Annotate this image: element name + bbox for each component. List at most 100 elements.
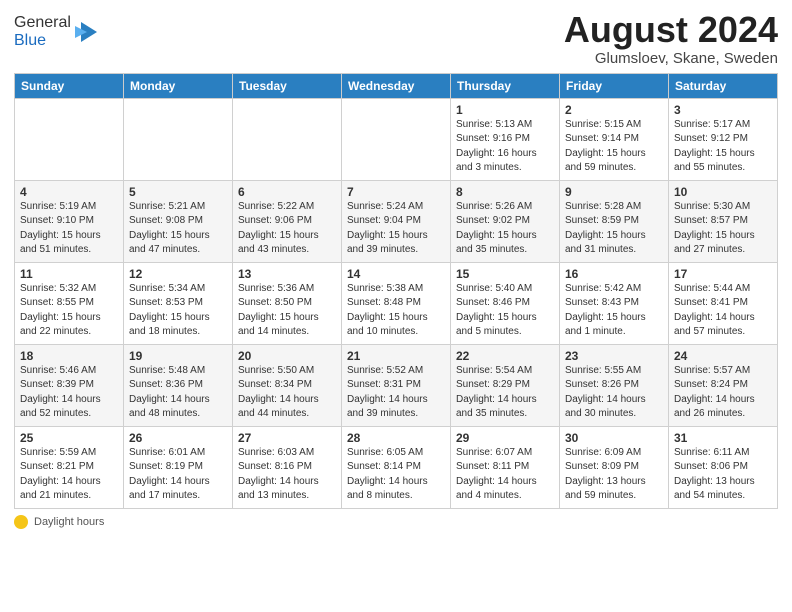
day-number: 9 xyxy=(565,185,663,199)
day-info: Sunrise: 5:24 AM Sunset: 9:04 PM Dayligh… xyxy=(347,200,445,258)
calendar-cell: 8Sunrise: 5:26 AM Sunset: 9:02 PM Daylig… xyxy=(451,180,560,262)
logo-general: General xyxy=(14,14,71,31)
footer-label: Daylight hours xyxy=(34,516,104,528)
day-info: Sunrise: 5:50 AM Sunset: 8:34 PM Dayligh… xyxy=(238,364,336,422)
column-header-monday: Monday xyxy=(124,73,233,98)
day-info: Sunrise: 6:09 AM Sunset: 8:09 PM Dayligh… xyxy=(565,446,663,504)
calendar-cell: 19Sunrise: 5:48 AM Sunset: 8:36 PM Dayli… xyxy=(124,344,233,426)
page: General Blue August 2024 Glumsloev, Skan… xyxy=(0,0,792,612)
day-number: 28 xyxy=(347,431,445,445)
column-header-saturday: Saturday xyxy=(669,73,778,98)
day-number: 26 xyxy=(129,431,227,445)
day-number: 6 xyxy=(238,185,336,199)
day-number: 2 xyxy=(565,103,663,117)
calendar-cell: 13Sunrise: 5:36 AM Sunset: 8:50 PM Dayli… xyxy=(233,262,342,344)
day-info: Sunrise: 5:44 AM Sunset: 8:41 PM Dayligh… xyxy=(674,282,772,340)
calendar-cell: 2Sunrise: 5:15 AM Sunset: 9:14 PM Daylig… xyxy=(560,98,669,180)
calendar-cell: 23Sunrise: 5:55 AM Sunset: 8:26 PM Dayli… xyxy=(560,344,669,426)
day-info: Sunrise: 5:17 AM Sunset: 9:12 PM Dayligh… xyxy=(674,118,772,176)
calendar-cell: 14Sunrise: 5:38 AM Sunset: 8:48 PM Dayli… xyxy=(342,262,451,344)
day-number: 20 xyxy=(238,349,336,363)
day-number: 25 xyxy=(20,431,118,445)
column-header-friday: Friday xyxy=(560,73,669,98)
header: General Blue August 2024 Glumsloev, Skan… xyxy=(14,10,778,67)
calendar-cell: 11Sunrise: 5:32 AM Sunset: 8:55 PM Dayli… xyxy=(15,262,124,344)
calendar-cell: 15Sunrise: 5:40 AM Sunset: 8:46 PM Dayli… xyxy=(451,262,560,344)
day-number: 22 xyxy=(456,349,554,363)
calendar-table: SundayMondayTuesdayWednesdayThursdayFrid… xyxy=(14,73,778,509)
day-number: 31 xyxy=(674,431,772,445)
day-number: 13 xyxy=(238,267,336,281)
calendar-week-row: 18Sunrise: 5:46 AM Sunset: 8:39 PM Dayli… xyxy=(15,344,778,426)
day-info: Sunrise: 5:54 AM Sunset: 8:29 PM Dayligh… xyxy=(456,364,554,422)
calendar-cell: 26Sunrise: 6:01 AM Sunset: 8:19 PM Dayli… xyxy=(124,426,233,508)
calendar-cell xyxy=(15,98,124,180)
day-info: Sunrise: 6:03 AM Sunset: 8:16 PM Dayligh… xyxy=(238,446,336,504)
calendar-cell: 30Sunrise: 6:09 AM Sunset: 8:09 PM Dayli… xyxy=(560,426,669,508)
day-info: Sunrise: 6:07 AM Sunset: 8:11 PM Dayligh… xyxy=(456,446,554,504)
day-info: Sunrise: 5:21 AM Sunset: 9:08 PM Dayligh… xyxy=(129,200,227,258)
month-title: August 2024 xyxy=(564,10,778,50)
logo-text: General Blue xyxy=(14,14,71,50)
calendar-cell: 18Sunrise: 5:46 AM Sunset: 8:39 PM Dayli… xyxy=(15,344,124,426)
day-info: Sunrise: 5:40 AM Sunset: 8:46 PM Dayligh… xyxy=(456,282,554,340)
day-number: 18 xyxy=(20,349,118,363)
calendar-cell: 27Sunrise: 6:03 AM Sunset: 8:16 PM Dayli… xyxy=(233,426,342,508)
day-number: 21 xyxy=(347,349,445,363)
calendar-cell: 4Sunrise: 5:19 AM Sunset: 9:10 PM Daylig… xyxy=(15,180,124,262)
calendar-cell: 16Sunrise: 5:42 AM Sunset: 8:43 PM Dayli… xyxy=(560,262,669,344)
day-info: Sunrise: 5:22 AM Sunset: 9:06 PM Dayligh… xyxy=(238,200,336,258)
column-header-wednesday: Wednesday xyxy=(342,73,451,98)
calendar-cell: 1Sunrise: 5:13 AM Sunset: 9:16 PM Daylig… xyxy=(451,98,560,180)
calendar-week-row: 25Sunrise: 5:59 AM Sunset: 8:21 PM Dayli… xyxy=(15,426,778,508)
day-number: 10 xyxy=(674,185,772,199)
calendar-cell: 25Sunrise: 5:59 AM Sunset: 8:21 PM Dayli… xyxy=(15,426,124,508)
day-info: Sunrise: 5:15 AM Sunset: 9:14 PM Dayligh… xyxy=(565,118,663,176)
day-number: 30 xyxy=(565,431,663,445)
calendar-cell: 20Sunrise: 5:50 AM Sunset: 8:34 PM Dayli… xyxy=(233,344,342,426)
calendar-cell xyxy=(342,98,451,180)
day-number: 4 xyxy=(20,185,118,199)
day-number: 23 xyxy=(565,349,663,363)
calendar-cell: 12Sunrise: 5:34 AM Sunset: 8:53 PM Dayli… xyxy=(124,262,233,344)
day-info: Sunrise: 5:38 AM Sunset: 8:48 PM Dayligh… xyxy=(347,282,445,340)
title-block: August 2024 Glumsloev, Skane, Sweden xyxy=(564,10,778,67)
day-number: 12 xyxy=(129,267,227,281)
day-number: 24 xyxy=(674,349,772,363)
day-number: 8 xyxy=(456,185,554,199)
logo-blue: Blue xyxy=(14,32,46,49)
day-info: Sunrise: 5:55 AM Sunset: 8:26 PM Dayligh… xyxy=(565,364,663,422)
location-title: Glumsloev, Skane, Sweden xyxy=(564,50,778,67)
logo: General Blue xyxy=(14,14,101,50)
day-number: 1 xyxy=(456,103,554,117)
calendar-cell: 10Sunrise: 5:30 AM Sunset: 8:57 PM Dayli… xyxy=(669,180,778,262)
day-info: Sunrise: 5:34 AM Sunset: 8:53 PM Dayligh… xyxy=(129,282,227,340)
calendar-cell: 6Sunrise: 5:22 AM Sunset: 9:06 PM Daylig… xyxy=(233,180,342,262)
day-number: 27 xyxy=(238,431,336,445)
day-number: 17 xyxy=(674,267,772,281)
day-number: 7 xyxy=(347,185,445,199)
day-number: 3 xyxy=(674,103,772,117)
day-info: Sunrise: 5:48 AM Sunset: 8:36 PM Dayligh… xyxy=(129,364,227,422)
day-number: 11 xyxy=(20,267,118,281)
calendar-week-row: 11Sunrise: 5:32 AM Sunset: 8:55 PM Dayli… xyxy=(15,262,778,344)
footer: Daylight hours xyxy=(14,515,778,529)
day-info: Sunrise: 5:57 AM Sunset: 8:24 PM Dayligh… xyxy=(674,364,772,422)
calendar-cell: 24Sunrise: 5:57 AM Sunset: 8:24 PM Dayli… xyxy=(669,344,778,426)
calendar-cell: 29Sunrise: 6:07 AM Sunset: 8:11 PM Dayli… xyxy=(451,426,560,508)
day-info: Sunrise: 6:01 AM Sunset: 8:19 PM Dayligh… xyxy=(129,446,227,504)
day-info: Sunrise: 5:30 AM Sunset: 8:57 PM Dayligh… xyxy=(674,200,772,258)
day-info: Sunrise: 5:13 AM Sunset: 9:16 PM Dayligh… xyxy=(456,118,554,176)
column-header-tuesday: Tuesday xyxy=(233,73,342,98)
calendar-cell xyxy=(124,98,233,180)
column-header-sunday: Sunday xyxy=(15,73,124,98)
calendar-cell: 21Sunrise: 5:52 AM Sunset: 8:31 PM Dayli… xyxy=(342,344,451,426)
day-number: 14 xyxy=(347,267,445,281)
calendar-cell xyxy=(233,98,342,180)
sun-icon xyxy=(14,515,28,529)
day-number: 19 xyxy=(129,349,227,363)
day-number: 5 xyxy=(129,185,227,199)
calendar-week-row: 1Sunrise: 5:13 AM Sunset: 9:16 PM Daylig… xyxy=(15,98,778,180)
logo-icon xyxy=(73,18,101,46)
day-number: 16 xyxy=(565,267,663,281)
